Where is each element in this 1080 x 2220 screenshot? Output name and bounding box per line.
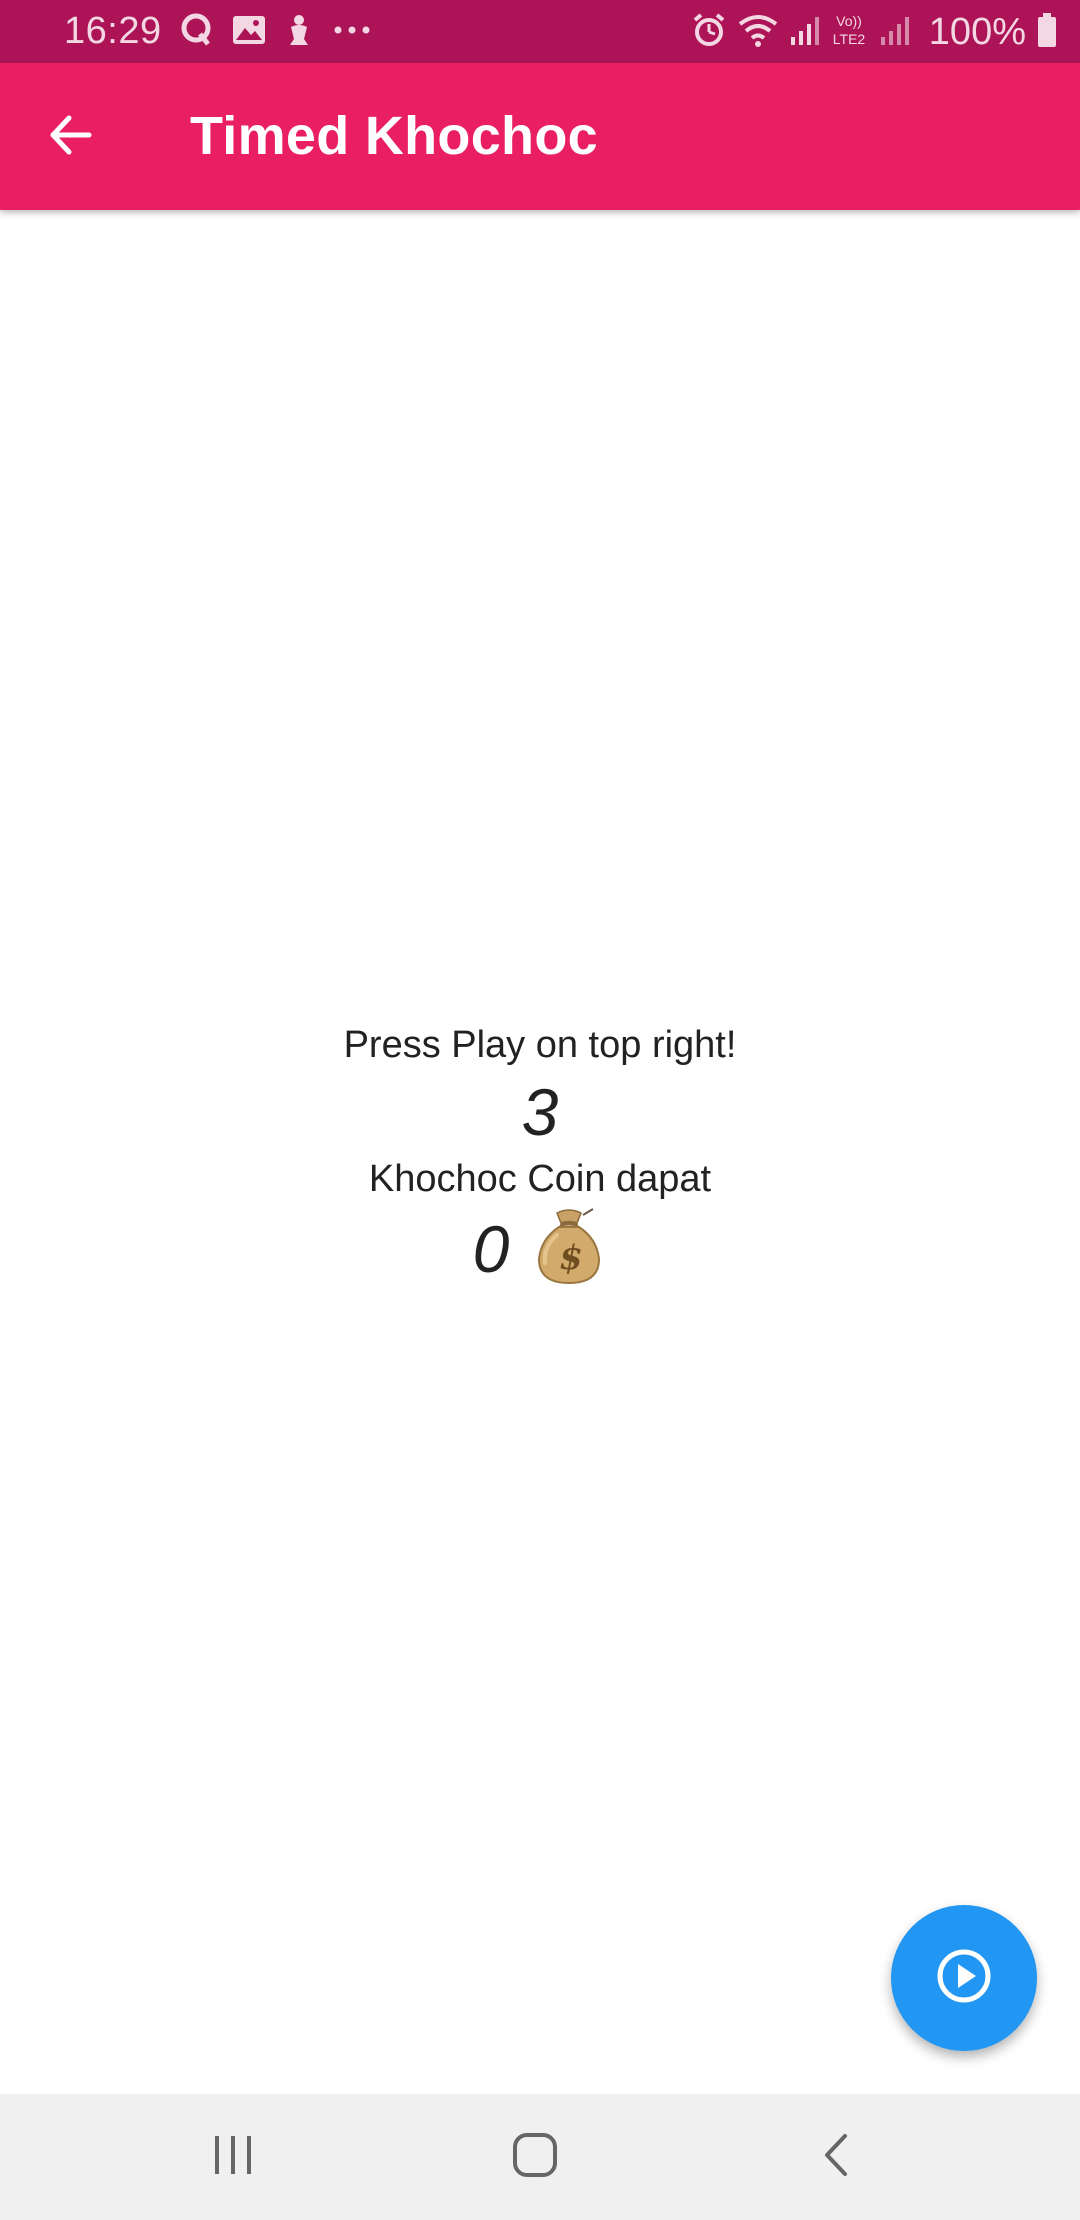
status-bar: 16:29 Vo)) LTE2 100% <box>0 0 1080 63</box>
coins-label: Khochoc Coin dapat <box>368 1158 712 1200</box>
status-system-icons: Vo)) LTE2 100% <box>691 8 1058 56</box>
battery-percent: 100% <box>928 11 1026 53</box>
play-button[interactable] <box>891 1905 1037 2051</box>
status-notification-icons <box>180 12 372 52</box>
recent-apps-icon <box>211 2134 255 2181</box>
home-button[interactable] <box>505 2127 565 2187</box>
alarm-icon <box>691 12 727 53</box>
money-bag-icon: $ <box>531 1207 607 1292</box>
battery-icon <box>1036 12 1058 53</box>
signal2-icon <box>879 13 909 52</box>
back-button[interactable] <box>40 107 100 167</box>
volte-lte2-icon: Vo)) LTE2 <box>829 11 869 54</box>
game-info: Press Play on top right! 3 Khochoc Coin … <box>0 1015 1080 1289</box>
countdown-value: 3 <box>521 1075 559 1149</box>
gallery-icon <box>232 14 266 51</box>
home-icon <box>512 2132 558 2183</box>
svg-text:$: $ <box>560 1238 584 1278</box>
signal-icon <box>789 13 819 52</box>
svg-text:LTE2: LTE2 <box>833 31 866 47</box>
coins-value: 0 <box>472 1212 510 1286</box>
coins-row: 0 $ <box>0 1207 1080 1292</box>
recent-apps-button[interactable] <box>203 2127 263 2187</box>
q-app-icon <box>180 12 214 53</box>
arrow-back-icon <box>45 110 95 165</box>
svg-text:Vo)): Vo)) <box>836 13 862 29</box>
page-title: Timed Khochoc <box>190 106 598 166</box>
status-time: 16:29 <box>64 10 162 52</box>
app-bar: Timed Khochoc <box>0 63 1080 210</box>
notification-icon <box>284 13 314 52</box>
nav-back-button[interactable] <box>807 2127 867 2187</box>
play-circle-icon <box>934 1946 994 2011</box>
more-dots-icon <box>332 23 372 41</box>
play-prompt: Press Play on top right! <box>343 1024 737 1066</box>
wifi-icon <box>737 12 779 53</box>
system-nav-bar <box>0 2094 1080 2220</box>
back-icon <box>817 2132 857 2183</box>
